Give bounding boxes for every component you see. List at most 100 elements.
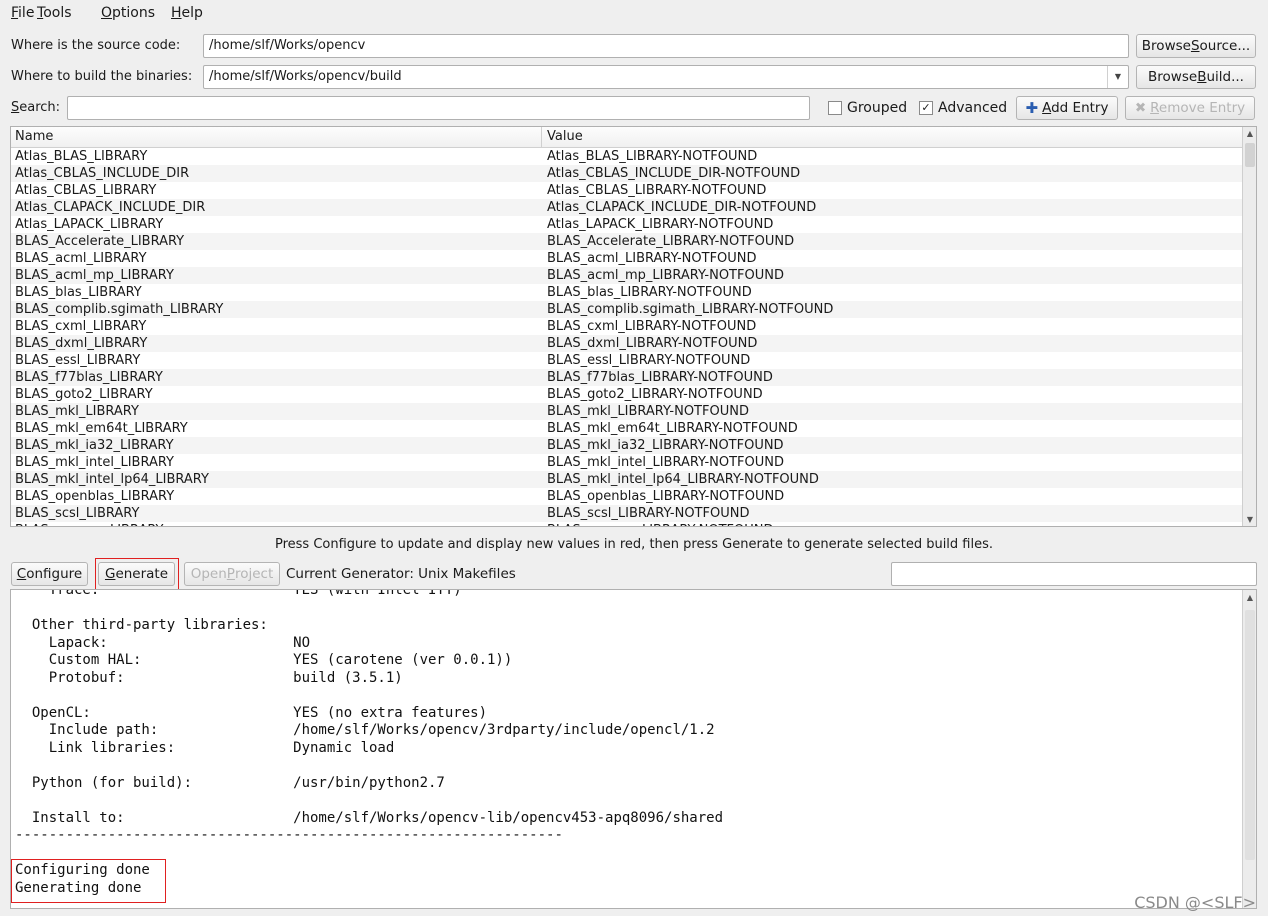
cell-value[interactable]: BLAS_mkl_em64t_LIBRARY-NOTFOUND xyxy=(547,420,798,437)
browse-build-button[interactable]: Browse Build... xyxy=(1136,65,1256,89)
grouped-toggle[interactable]: Grouped xyxy=(828,100,907,116)
table-row[interactable]: BLAS_Accelerate_LIBRARY BLAS_Accelerate_L… xyxy=(11,233,1256,250)
x-icon: ✖ xyxy=(1134,100,1147,116)
cell-value[interactable]: Atlas_CBLAS_LIBRARY-NOTFOUND xyxy=(547,182,766,199)
browse-source-button[interactable]: Browse Source... xyxy=(1136,34,1256,58)
menu-file[interactable]: File xyxy=(11,5,34,21)
cell-name: BLAS_Accelerate_LIBRARY xyxy=(15,234,185,249)
column-name-header[interactable]: Name xyxy=(15,129,53,144)
column-divider[interactable] xyxy=(541,127,542,147)
cache-table: Name Value Atlas_BLAS_LIBRARY Atlas_BLAS_… xyxy=(10,126,1257,527)
cell-value[interactable]: BLAS_mkl_intel_LIBRARY-NOTFOUND xyxy=(547,454,784,471)
done-highlight-box xyxy=(11,859,166,903)
cell-name: BLAS_sgemm_LIBRARY xyxy=(15,522,164,526)
add-entry-button[interactable]: ✚ Add Entry xyxy=(1016,96,1118,120)
cell-name: BLAS_acml_mp_LIBRARY xyxy=(15,268,174,283)
cell-name: BLAS_scsl_LIBRARY xyxy=(15,506,140,521)
build-path-value: /home/slf/Works/opencv/build xyxy=(209,69,402,84)
table-row[interactable]: Atlas_CBLAS_LIBRARY Atlas_CBLAS_LIBRARY-N… xyxy=(11,182,1256,199)
output-filter-input[interactable] xyxy=(891,562,1257,586)
table-row[interactable]: BLAS_cxml_LIBRARY BLAS_cxml_LIBRARY-NOTFO… xyxy=(11,318,1256,335)
watermark: CSDN @<SLF> xyxy=(1134,893,1256,912)
output-scrollbar[interactable]: ▲ xyxy=(1242,590,1256,908)
menu-options[interactable]: Options xyxy=(101,5,155,21)
table-body: Atlas_BLAS_LIBRARY Atlas_BLAS_LIBRARY-NOT… xyxy=(11,148,1256,526)
table-row[interactable]: BLAS_acml_LIBRARY BLAS_acml_LIBRARY-NOTFO… xyxy=(11,250,1256,267)
open-project-button[interactable]: Open Project xyxy=(184,562,280,586)
cell-value[interactable]: Atlas_BLAS_LIBRARY-NOTFOUND xyxy=(547,148,757,165)
cell-value[interactable]: BLAS_dxml_LIBRARY-NOTFOUND xyxy=(547,335,757,352)
table-row[interactable]: BLAS_goto2_LIBRARY BLAS_goto2_LIBRARY-NOT… xyxy=(11,386,1256,403)
table-row[interactable]: BLAS_f77blas_LIBRARY BLAS_f77blas_LIBRARY… xyxy=(11,369,1256,386)
cell-name: Atlas_CBLAS_INCLUDE_DIR xyxy=(15,166,190,181)
scroll-down-icon[interactable]: ▼ xyxy=(1243,515,1256,524)
cell-value[interactable]: BLAS_scsl_LIBRARY-NOTFOUND xyxy=(547,505,749,522)
scroll-up-icon[interactable]: ▲ xyxy=(1243,129,1256,138)
scroll-up-icon[interactable]: ▲ xyxy=(1243,593,1256,602)
advanced-toggle[interactable]: ✓ Advanced xyxy=(919,100,1007,116)
table-row[interactable]: BLAS_mkl_ia32_LIBRARY BLAS_mkl_ia32_LIBRA… xyxy=(11,437,1256,454)
cell-value[interactable]: BLAS_mkl_LIBRARY-NOTFOUND xyxy=(547,403,749,420)
table-row[interactable]: BLAS_dxml_LIBRARY BLAS_dxml_LIBRARY-NOTFO… xyxy=(11,335,1256,352)
cell-value[interactable]: Atlas_CLAPACK_INCLUDE_DIR-NOTFOUND xyxy=(547,199,816,216)
output-log[interactable]: Trace: YES (with Intel ITT) Other third-… xyxy=(10,589,1257,909)
table-row[interactable]: Atlas_LAPACK_LIBRARY Atlas_LAPACK_LIBRARY… xyxy=(11,216,1256,233)
table-row[interactable]: Atlas_CLAPACK_INCLUDE_DIR Atlas_CLAPACK_I… xyxy=(11,199,1256,216)
current-generator-label: Current Generator: Unix Makefiles xyxy=(286,566,516,582)
plus-icon: ✚ xyxy=(1025,99,1039,117)
table-row[interactable]: BLAS_scsl_LIBRARY BLAS_scsl_LIBRARY-NOTFO… xyxy=(11,505,1256,522)
table-row[interactable]: BLAS_essl_LIBRARY BLAS_essl_LIBRARY-NOTFO… xyxy=(11,352,1256,369)
cell-name: Atlas_BLAS_LIBRARY xyxy=(15,149,148,164)
source-path-input[interactable]: /home/slf/Works/opencv xyxy=(203,34,1129,58)
table-row[interactable]: BLAS_acml_mp_LIBRARY BLAS_acml_mp_LIBRARY… xyxy=(11,267,1256,284)
table-row[interactable]: BLAS_mkl_em64t_LIBRARY BLAS_mkl_em64t_LIB… xyxy=(11,420,1256,437)
cell-value[interactable]: BLAS_f77blas_LIBRARY-NOTFOUND xyxy=(547,369,773,386)
cell-name: BLAS_essl_LIBRARY xyxy=(15,353,141,368)
table-row[interactable]: Atlas_CBLAS_INCLUDE_DIR Atlas_CBLAS_INCLU… xyxy=(11,165,1256,182)
cell-name: BLAS_blas_LIBRARY xyxy=(15,285,142,300)
table-row[interactable]: BLAS_mkl_LIBRARY BLAS_mkl_LIBRARY-NOTFOUN… xyxy=(11,403,1256,420)
configure-hint: Press Configure to update and display ne… xyxy=(274,537,994,552)
cell-value[interactable]: BLAS_Accelerate_LIBRARY-NOTFOUND xyxy=(547,233,794,250)
cell-value[interactable]: BLAS_essl_LIBRARY-NOTFOUND xyxy=(547,352,750,369)
cell-value[interactable]: BLAS_goto2_LIBRARY-NOTFOUND xyxy=(547,386,763,403)
table-row[interactable]: BLAS_mkl_intel_lp64_LIBRARY BLAS_mkl_inte… xyxy=(11,471,1256,488)
cell-value[interactable]: BLAS_cxml_LIBRARY-NOTFOUND xyxy=(547,318,756,335)
table-row[interactable]: BLAS_sgemm_LIBRARY BLAS_sgemm_LIBRARY-NOT… xyxy=(11,522,1256,526)
cell-value[interactable]: BLAS_acml_mp_LIBRARY-NOTFOUND xyxy=(547,267,784,284)
table-row[interactable]: Atlas_BLAS_LIBRARY Atlas_BLAS_LIBRARY-NOT… xyxy=(11,148,1256,165)
search-input[interactable] xyxy=(67,96,810,120)
cell-value[interactable]: BLAS_openblas_LIBRARY-NOTFOUND xyxy=(547,488,784,505)
table-row[interactable]: BLAS_mkl_intel_LIBRARY BLAS_mkl_intel_LIB… xyxy=(11,454,1256,471)
table-row[interactable]: BLAS_openblas_LIBRARY BLAS_openblas_LIBRA… xyxy=(11,488,1256,505)
column-value-header[interactable]: Value xyxy=(547,129,583,144)
cell-value[interactable]: BLAS_mkl_intel_lp64_LIBRARY-NOTFOUND xyxy=(547,471,819,488)
cell-name: BLAS_mkl_ia32_LIBRARY xyxy=(15,438,174,453)
advanced-checkbox[interactable]: ✓ xyxy=(919,101,933,115)
menu-tools[interactable]: Tools xyxy=(37,5,72,21)
cell-value[interactable]: BLAS_sgemm_LIBRARY-NOTFOUND xyxy=(547,522,774,526)
build-path-combobox[interactable]: /home/slf/Works/opencv/build ▼ xyxy=(203,65,1129,89)
cell-value[interactable]: Atlas_CBLAS_INCLUDE_DIR-NOTFOUND xyxy=(547,165,800,182)
cell-value[interactable]: BLAS_blas_LIBRARY-NOTFOUND xyxy=(547,284,752,301)
cell-value[interactable]: BLAS_complib.sgimath_LIBRARY-NOTFOUND xyxy=(547,301,833,318)
scroll-thumb[interactable] xyxy=(1245,143,1255,167)
cell-name: BLAS_dxml_LIBRARY xyxy=(15,336,148,351)
menu-help[interactable]: Help xyxy=(171,5,203,21)
table-header: Name Value xyxy=(11,127,1256,148)
cell-value[interactable]: Atlas_LAPACK_LIBRARY-NOTFOUND xyxy=(547,216,773,233)
build-label: Where to build the binaries: xyxy=(11,69,193,84)
chevron-down-icon[interactable]: ▼ xyxy=(1107,66,1128,88)
table-scrollbar[interactable]: ▲ ▼ xyxy=(1242,127,1256,526)
cell-value[interactable]: BLAS_mkl_ia32_LIBRARY-NOTFOUND xyxy=(547,437,784,454)
remove-entry-button[interactable]: ✖ Remove Entry xyxy=(1125,96,1255,120)
scroll-thumb[interactable] xyxy=(1245,610,1255,860)
cell-name: Atlas_CBLAS_LIBRARY xyxy=(15,183,157,198)
table-row[interactable]: BLAS_complib.sgimath_LIBRARY BLAS_complib… xyxy=(11,301,1256,318)
configure-button[interactable]: Configure xyxy=(11,562,88,586)
table-row[interactable]: BLAS_blas_LIBRARY BLAS_blas_LIBRARY-NOTFO… xyxy=(11,284,1256,301)
cell-name: BLAS_mkl_LIBRARY xyxy=(15,404,139,419)
cell-name: BLAS_goto2_LIBRARY xyxy=(15,387,153,402)
cell-value[interactable]: BLAS_acml_LIBRARY-NOTFOUND xyxy=(547,250,757,267)
grouped-checkbox[interactable] xyxy=(828,101,842,115)
